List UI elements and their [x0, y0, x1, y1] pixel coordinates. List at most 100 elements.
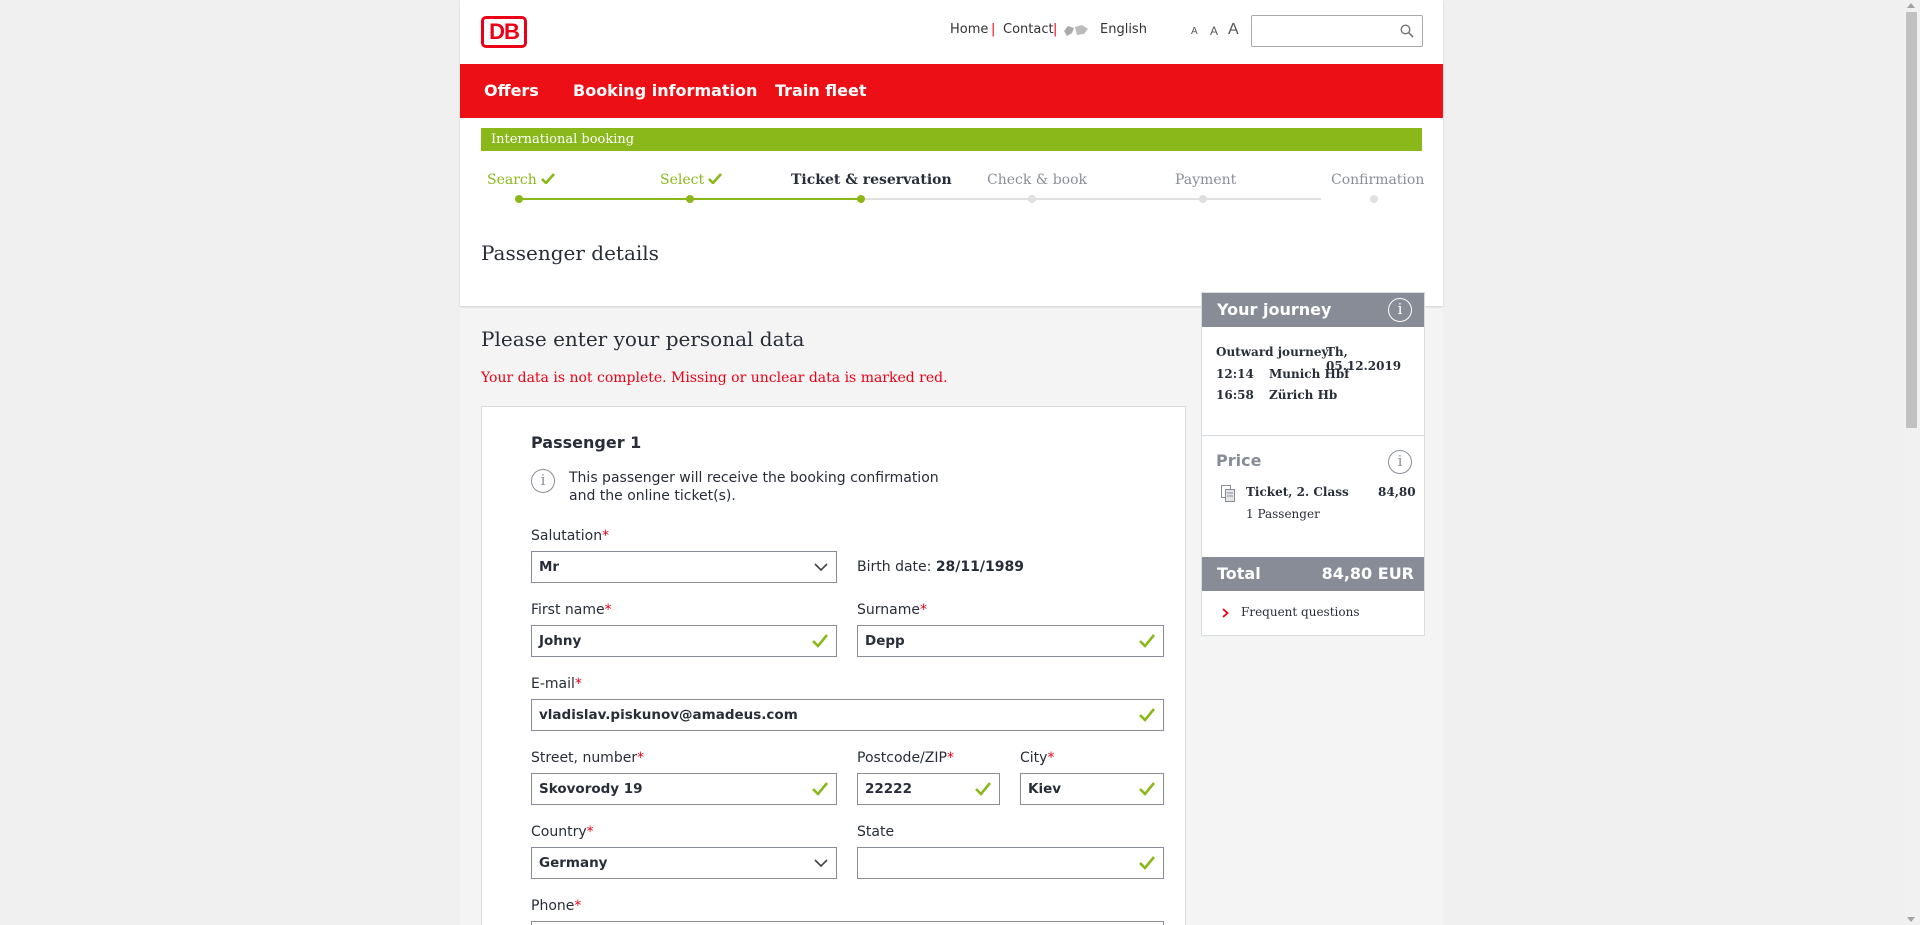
field-value: vladislav.piskunov@amadeus.com	[539, 707, 798, 723]
first-name-field[interactable]: Johny	[531, 625, 837, 657]
total-label: Total	[1217, 564, 1261, 583]
required-mark: *	[946, 750, 954, 766]
meta-separator: |	[1053, 22, 1058, 37]
state-field[interactable]	[857, 847, 1164, 879]
label-text: Surname	[857, 602, 920, 618]
country-select[interactable]: Germany	[531, 847, 837, 879]
header-area: DB Home | Contact | English A A A Offers…	[460, 0, 1443, 306]
salutation-select[interactable]: Mr	[531, 551, 837, 583]
price-title: Price	[1216, 451, 1262, 470]
check-icon	[1139, 782, 1155, 796]
main-nav: Offers Booking information Train fleet	[460, 64, 1443, 118]
font-size-small[interactable]: A	[1191, 26, 1198, 37]
page-title: Passenger details	[481, 241, 659, 265]
phone-label: Phone*	[531, 898, 581, 914]
page-scrollbar[interactable]	[1903, 0, 1920, 925]
nav-offers[interactable]: Offers	[484, 81, 539, 100]
check-icon	[708, 173, 723, 184]
field-value: Skovorody 19	[539, 781, 643, 797]
check-icon	[540, 173, 555, 184]
form-heading: Please enter your personal data	[481, 327, 805, 351]
birth-date-value: 28/11/1989	[935, 559, 1024, 575]
chevron-right-icon	[1222, 608, 1229, 618]
required-mark: *	[604, 602, 612, 618]
step-check-book: Check & book	[987, 172, 1088, 188]
step-dot-payment	[1199, 195, 1207, 203]
ticket-price: 84,80	[1378, 485, 1416, 499]
ticket-icon	[1221, 485, 1235, 502]
nav-train-fleet[interactable]: Train fleet	[775, 81, 867, 100]
step-select[interactable]: Select	[660, 172, 723, 188]
globe-icon	[1064, 25, 1088, 36]
contact-link[interactable]: Contact	[1003, 22, 1054, 37]
international-booking-bar: International booking	[481, 128, 1422, 151]
scroll-down-arrow-icon[interactable]	[1907, 917, 1915, 922]
check-icon	[1139, 856, 1155, 870]
birth-date: Birth date: 28/11/1989	[857, 559, 1024, 575]
street-label: Street, number*	[531, 750, 644, 766]
step-confirmation: Confirmation	[1331, 172, 1425, 188]
check-icon	[1139, 708, 1155, 722]
label-text: City	[1020, 750, 1048, 766]
scroll-up-arrow-icon[interactable]	[1907, 3, 1915, 8]
page-container: DB Home | Contact | English A A A Offers…	[460, 0, 1443, 925]
passenger-count: 1 Passenger	[1246, 507, 1320, 521]
journey-header: Your journey i	[1202, 293, 1424, 327]
field-value: 22222	[865, 781, 912, 797]
check-icon	[1139, 634, 1155, 648]
email-field[interactable]: vladislav.piskunov@amadeus.com	[531, 699, 1164, 731]
font-size-large[interactable]: A	[1228, 21, 1239, 39]
search-icon[interactable]	[1400, 24, 1414, 38]
required-mark: *	[574, 676, 582, 692]
scroll-thumb[interactable]	[1906, 12, 1917, 428]
home-link[interactable]: Home	[950, 22, 988, 37]
check-icon	[975, 782, 991, 796]
step-search[interactable]: Search	[487, 172, 555, 188]
departure-time: 12:14	[1216, 367, 1254, 381]
check-icon	[812, 782, 828, 796]
salutation-label: Salutation*	[531, 528, 609, 544]
street-field[interactable]: Skovorody 19	[531, 773, 837, 805]
required-mark: *	[602, 528, 610, 544]
passenger-info-text: This passenger will receive the booking …	[569, 469, 939, 505]
font-size-medium[interactable]: A	[1210, 24, 1218, 38]
step-label: Search	[487, 172, 537, 188]
label-text: Phone	[531, 898, 575, 914]
step-ticket-reservation: Ticket & reservation	[791, 172, 952, 188]
faq-text: Frequent questions	[1241, 605, 1360, 619]
info-line: This passenger will receive the booking …	[569, 470, 939, 486]
state-label: State	[857, 824, 895, 840]
required-mark: *	[574, 898, 582, 914]
label-text: Country	[531, 824, 587, 840]
step-dot-confirmation	[1370, 195, 1378, 203]
city-label: City*	[1020, 750, 1054, 766]
step-payment: Payment	[1175, 172, 1237, 188]
field-value: Kiev	[1028, 781, 1062, 797]
db-logo[interactable]: DB	[481, 16, 527, 48]
step-dot-select	[686, 195, 694, 203]
ticket-label: Ticket, 2. Class	[1246, 485, 1349, 499]
total-value: 84,80 EUR	[1321, 564, 1414, 583]
label-text: E-mail	[531, 676, 575, 692]
surname-field[interactable]: Depp	[857, 625, 1164, 657]
arrival-time: 16:58	[1216, 388, 1254, 402]
postcode-field[interactable]: 22222	[857, 773, 1000, 805]
birth-date-label: Birth date:	[857, 559, 932, 575]
search-input[interactable]	[1256, 17, 1396, 45]
select-value: Mr	[539, 559, 560, 575]
nav-booking-information[interactable]: Booking information	[573, 81, 757, 100]
language-selector[interactable]: English	[1100, 22, 1147, 37]
error-message: Your data is not complete. Missing or un…	[481, 370, 948, 386]
email-label: E-mail*	[531, 676, 582, 692]
info-icon[interactable]: i	[1388, 450, 1412, 474]
phone-field[interactable]	[531, 921, 1164, 925]
info-icon: i	[531, 469, 555, 493]
search-box	[1251, 15, 1423, 47]
step-dot-check	[1028, 195, 1036, 203]
info-icon[interactable]: i	[1388, 298, 1412, 322]
city-field[interactable]: Kiev	[1020, 773, 1164, 805]
chevron-down-icon	[814, 859, 828, 868]
select-value: Germany	[539, 855, 608, 871]
journey-title: Your journey	[1217, 300, 1332, 319]
required-mark: *	[919, 602, 927, 618]
